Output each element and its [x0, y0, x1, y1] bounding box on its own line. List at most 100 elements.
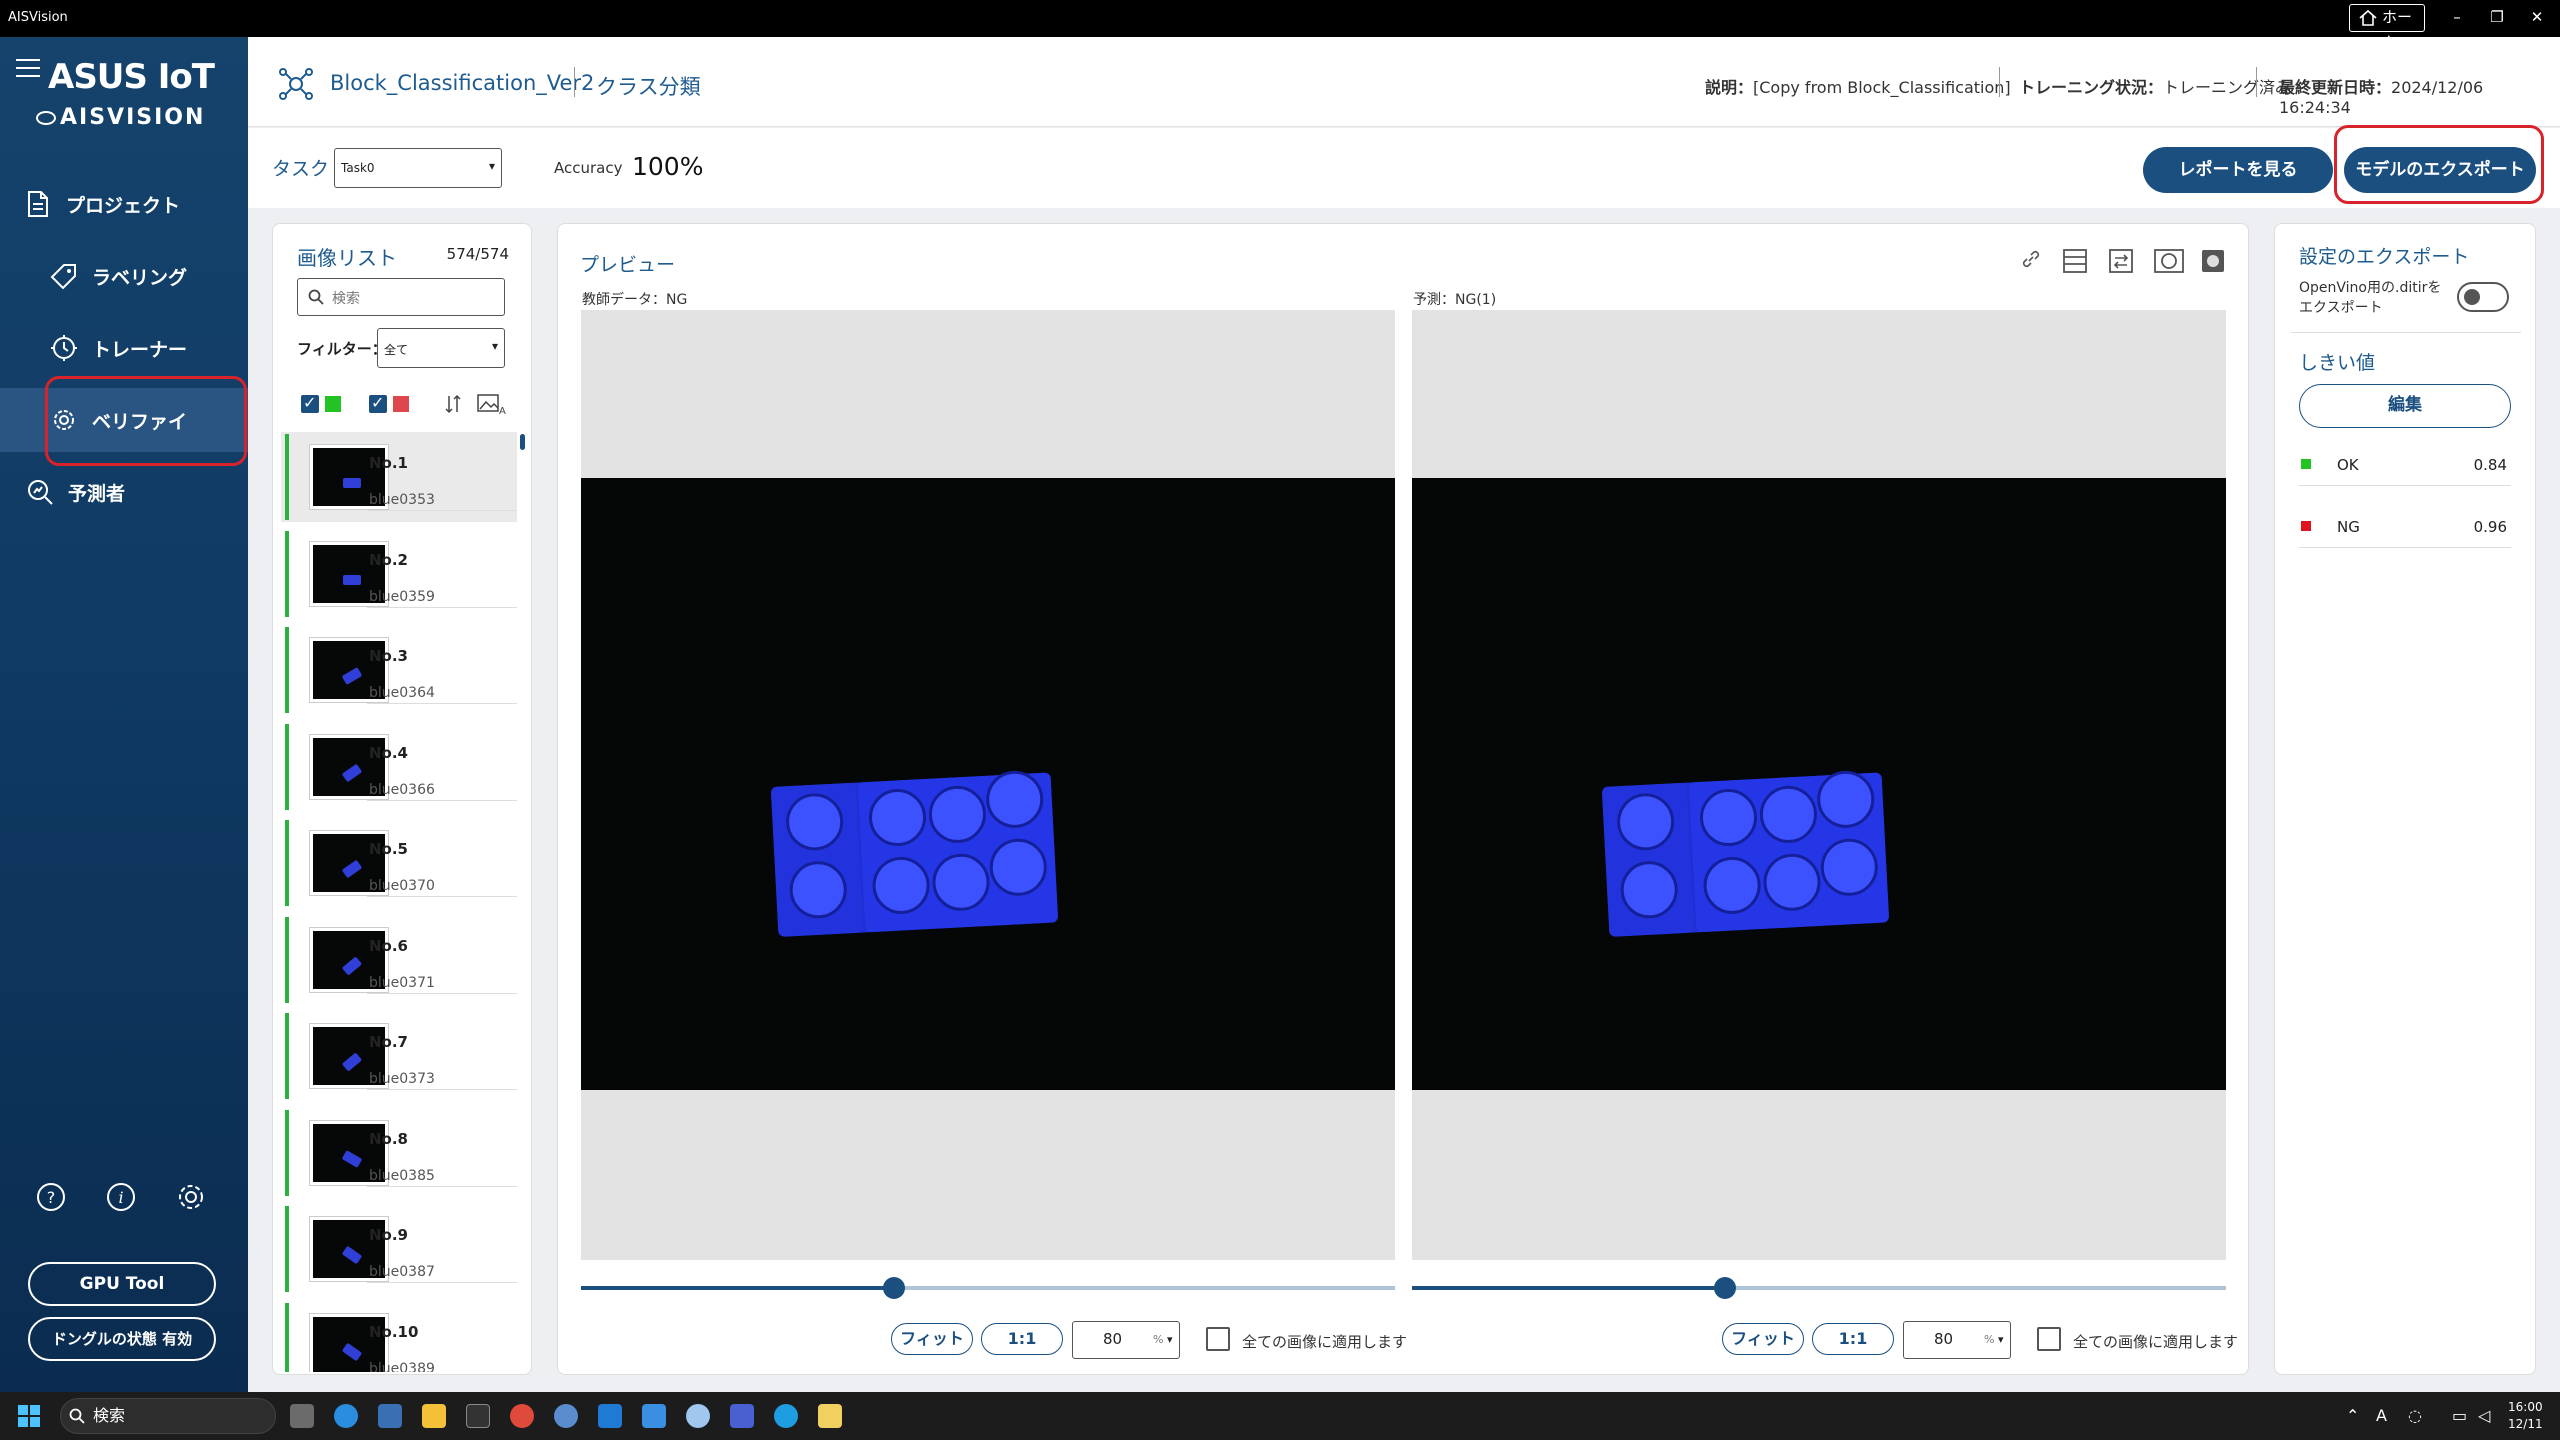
image-list-item[interactable]: No.9 blue0387 [281, 1204, 517, 1294]
description-label: 説明： [1705, 78, 1754, 97]
left-zoom-input[interactable]: 80% ▾ [1072, 1321, 1180, 1359]
zoom-value: 80 [1103, 1330, 1123, 1348]
edit-threshold-button[interactable]: 編集 [2299, 384, 2511, 428]
row-divider [367, 1089, 517, 1090]
windows-start-icon[interactable] [18, 1405, 40, 1427]
aisvision-eye-icon[interactable] [554, 1404, 578, 1428]
display-icon[interactable]: ▭ [2452, 1406, 2467, 1425]
minimize-button[interactable]: – [2445, 5, 2469, 29]
gpu-tool-button[interactable]: GPU Tool [28, 1262, 216, 1306]
taskbar-search-input[interactable]: 検索 [60, 1398, 276, 1434]
image-list-item[interactable]: No.6 blue0371 [281, 915, 517, 1005]
circle-view-icon[interactable] [2154, 248, 2184, 274]
sort-icon[interactable] [445, 394, 461, 414]
description-value: [Copy from Block_Classification] [1753, 78, 2011, 97]
image-list-panel: 画像リスト 574/574 検索 フィルター： 全て A No.1 blue035… [272, 223, 532, 1375]
ok-filter-checkbox[interactable] [301, 393, 319, 413]
image-list-item[interactable]: No.8 blue0385 [281, 1108, 517, 1198]
view-report-button[interactable]: レポートを見る [2143, 147, 2333, 193]
window-title-bar: AISVision ホーム – ❐ ✕ [0, 0, 2560, 51]
image-filename: blue0371 [369, 974, 435, 991]
browser-globe-icon[interactable] [334, 1404, 358, 1428]
restore-button[interactable]: ❐ [2485, 5, 2509, 29]
volume-icon[interactable]: ◁ [2478, 1406, 2490, 1425]
task-view-icon[interactable] [290, 1404, 314, 1428]
left-apply-all-checkbox[interactable] [1206, 1327, 1230, 1351]
image-sort-icon[interactable]: A [477, 392, 509, 416]
app-icon[interactable] [642, 1404, 666, 1428]
slider-fill [581, 1286, 895, 1290]
dongle-status-button[interactable]: ドングルの状態 有効 [28, 1317, 216, 1361]
sidebar-item-label: トレーナー [92, 338, 188, 361]
chevron-up-icon[interactable]: ⌃ [2346, 1406, 2359, 1425]
image-list-item[interactable]: No.10 blue0389 [281, 1301, 517, 1373]
left-zoom-slider[interactable] [581, 1277, 1395, 1299]
openvino-label: OpenVino用の.ditirをエクスポート [2299, 280, 2442, 316]
link-icon[interactable] [2020, 248, 2042, 270]
image-list-item[interactable]: No.2 blue0359 [281, 529, 517, 619]
image-search-input[interactable]: 検索 [297, 278, 505, 316]
calculator-icon[interactable] [378, 1404, 402, 1428]
slider-handle[interactable] [1714, 1277, 1737, 1299]
image-filename: blue0389 [369, 1360, 435, 1373]
heatmap-view-icon[interactable] [2200, 248, 2226, 274]
right-fit-button[interactable]: フィット [1722, 1323, 1804, 1355]
sidebar-item-project[interactable]: プロジェクト [0, 172, 248, 236]
right-zoom-slider[interactable] [1412, 1277, 2226, 1299]
right-apply-all-checkbox[interactable] [2037, 1327, 2061, 1351]
home-icon [2359, 9, 2377, 26]
store-icon[interactable] [598, 1404, 622, 1428]
sidebar-item-label: 予測者 [68, 482, 126, 505]
ground-truth-image-viewer[interactable] [581, 310, 1395, 1260]
ground-truth-image [581, 478, 1395, 1090]
settings-gear-icon[interactable] [176, 1182, 210, 1216]
notes-icon[interactable] [818, 1404, 842, 1428]
right-zoom-input[interactable]: 80% ▾ [1903, 1321, 2011, 1359]
info-icon[interactable]: i [106, 1182, 140, 1216]
prediction-image-viewer[interactable] [1412, 310, 2226, 1260]
taskbar-clock[interactable]: 16:00 12/11 [2508, 1399, 2543, 1433]
left-1to1-button[interactable]: 1:1 [981, 1323, 1063, 1355]
hamburger-menu-icon[interactable] [16, 59, 40, 77]
slider-handle[interactable] [883, 1277, 906, 1299]
sidebar-item-trainer[interactable]: トレーナー [0, 316, 248, 380]
image-list-item[interactable]: No.5 blue0370 [281, 818, 517, 908]
network-icon[interactable]: ◌ [2408, 1406, 2422, 1425]
chrome-icon[interactable] [510, 1404, 534, 1428]
openvino-export-toggle[interactable] [2457, 282, 2509, 312]
edge-icon[interactable] [774, 1404, 798, 1428]
image-list-item[interactable]: No.7 blue0373 [281, 1011, 517, 1101]
filter-select[interactable]: 全て [377, 328, 505, 368]
image-list-item[interactable]: No.3 blue0364 [281, 625, 517, 715]
app-icon[interactable] [730, 1404, 754, 1428]
task-select[interactable]: Task0 [334, 148, 502, 188]
terminal-icon[interactable] [466, 1404, 490, 1428]
threshold-name: NG [2337, 518, 2360, 536]
aisvision-active-icon[interactable] [686, 1404, 710, 1428]
image-list-title: 画像リスト [297, 246, 397, 270]
image-number: No.4 [369, 743, 408, 762]
image-number: No.3 [369, 647, 408, 665]
project-header: Block_Classification_Ver2 クラス分類 説明：[Copy… [248, 37, 2560, 127]
split-view-icon[interactable] [2062, 248, 2088, 274]
left-fit-button[interactable]: フィット [891, 1323, 973, 1355]
image-list-item[interactable]: No.1 blue0353 [281, 432, 517, 522]
ng-filter-checkbox[interactable] [369, 393, 387, 413]
prediction-label: 予測：NG(1) [1413, 292, 1497, 308]
help-icon[interactable]: ? [36, 1182, 70, 1216]
updated-label: 最終更新日時： [2279, 78, 2392, 97]
close-button[interactable]: ✕ [2525, 5, 2549, 29]
sidebar-item-labeling[interactable]: ラベリング [0, 244, 248, 308]
compare-view-icon[interactable] [2108, 248, 2134, 274]
ime-indicator[interactable]: A [2376, 1406, 2387, 1425]
header-divider [1999, 67, 2000, 97]
right-1to1-button[interactable]: 1:1 [1812, 1323, 1894, 1355]
image-filename: blue0366 [369, 781, 435, 798]
label-status-bar [285, 1206, 289, 1292]
file-explorer-icon[interactable] [422, 1404, 446, 1428]
sidebar-item-predictor[interactable]: 予測者 [0, 460, 248, 524]
home-button[interactable]: ホーム [2349, 4, 2425, 51]
list-scrollbar[interactable] [520, 434, 525, 450]
image-list-item[interactable]: No.4 blue0366 [281, 722, 517, 812]
image-list: No.1 blue0353 No.2 blue0359 No.3 blue0364 No.4… [281, 432, 521, 1372]
